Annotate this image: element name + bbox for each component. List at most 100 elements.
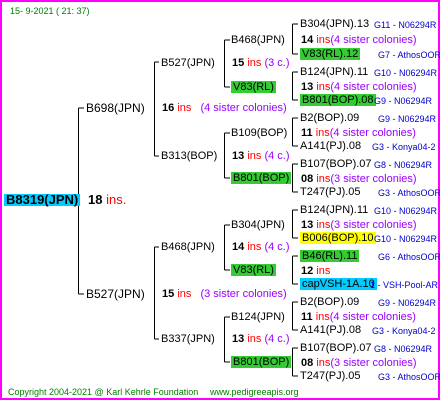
gen2-stats: 14 ins (4 c.): [232, 241, 290, 253]
gen4-sisters: (3 sister colonies): [330, 357, 417, 369]
gen4-code: G11 - N06294R: [374, 20, 437, 30]
gen2-stats: 15 ins (3 c.): [232, 57, 290, 69]
gen1-sisters: (4 sister colonies): [200, 102, 287, 114]
gen4-queen[interactable]: A141(PJ).08: [300, 324, 361, 336]
gen2-queen[interactable]: B337(JPN): [161, 333, 215, 345]
gen4-sisters: (3 sister colonies): [330, 219, 417, 231]
gen2-stats: 13 ins (4 c.): [232, 333, 290, 345]
gen3-queen[interactable]: B801(BOP): [231, 356, 292, 368]
gen4-queen[interactable]: B46(RL).11: [300, 250, 360, 262]
gen4-count: 13: [301, 81, 314, 93]
gen4-queen[interactable]: B124(JPN).11: [300, 204, 368, 216]
gen4-code: G10 - N06294R: [374, 68, 438, 78]
gen4-stats: 13 ins(4 sister colonies): [301, 81, 417, 93]
gen4-ins: ins: [316, 34, 331, 46]
gen4-queen[interactable]: T247(PJ).05: [300, 186, 361, 198]
gen4-code: G3 - AthosOOR: [378, 372, 440, 382]
gen2-ins: ins: [247, 150, 262, 162]
gen4-stats: 13 ins(3 sister colonies): [301, 219, 417, 231]
gen4-count: 08: [301, 357, 314, 369]
gen2-ins: ins: [247, 57, 262, 69]
gen4-code: G8 - N06294R: [374, 344, 433, 354]
gen4-code: G9 - N06294R: [374, 96, 433, 106]
gen4-ins: ins: [316, 219, 331, 231]
gen4-queen[interactable]: B006(BOP).10: [300, 232, 376, 244]
gen4-ins: ins: [316, 357, 331, 369]
gen3-queen[interactable]: V83(RL): [231, 264, 276, 276]
gen1-stats: 16 ins (4 sister colonies): [162, 102, 287, 114]
gen4-queen[interactable]: B801(BOP).08: [300, 94, 376, 106]
gen4-queen[interactable]: A141(PJ).08: [300, 140, 361, 152]
gen4-ins: ins: [316, 265, 331, 277]
gen4-stats: 11 ins(4 sister colonies): [301, 127, 416, 139]
gen4-queen[interactable]: V83(RL).12: [300, 48, 361, 60]
gen2-ins: ins: [247, 333, 262, 345]
gen4-queen[interactable]: B124(JPN).11: [300, 66, 368, 78]
gen1-queen[interactable]: B527(JPN): [86, 288, 145, 300]
gen1-sisters: (3 sister colonies): [200, 288, 287, 300]
gen4-code: G9 - N06294R: [378, 298, 437, 308]
gen4-queen[interactable]: B304(JPN).13: [300, 18, 369, 30]
gen4-code: G7 - AthosOOR: [378, 50, 440, 60]
gen4-sisters: (4 sister colonies): [330, 81, 417, 93]
gen4-count: 12: [301, 265, 314, 277]
gen4-stats: 14 ins(4 sister colonies): [301, 34, 417, 46]
gen4-code: G9 - N06294R: [378, 114, 437, 124]
gen2-sisters: (4 c.): [264, 241, 290, 253]
gen4-stats: 12 ins: [301, 265, 330, 277]
gen3-queen[interactable]: B801(BOP): [231, 172, 292, 184]
gen4-code: 1 - VSH-Pool-AR: [370, 280, 439, 290]
gen2-sisters: (4 c.): [264, 333, 290, 345]
gen4-code: G3 - Konya04-2: [372, 142, 436, 152]
gen1-ins: ins: [177, 288, 192, 300]
footer-copyright: Copyright 2004-2021 @ Karl Kehrle Founda…: [8, 387, 199, 397]
gen1-count: 16: [162, 102, 175, 114]
gen2-queen[interactable]: B527(JPN): [161, 57, 215, 69]
gen4-ins: ins: [315, 311, 330, 323]
gen1-count: 15: [162, 288, 175, 300]
gen2-ins: ins: [247, 241, 262, 253]
gen4-code: G3 - AthosOOR: [378, 188, 440, 198]
gen3-queen[interactable]: B468(JPN): [231, 34, 285, 46]
gen4-stats: 08 ins(3 sister colonies): [301, 357, 417, 369]
gen2-sisters: (3 c.): [264, 57, 290, 69]
gen4-queen[interactable]: B2(BOP).09: [300, 296, 359, 308]
gen4-queen[interactable]: B107(BOP).07: [300, 158, 372, 170]
gen4-queen[interactable]: B2(BOP).09: [300, 112, 359, 124]
gen4-code: G10 - N06294R: [374, 206, 438, 216]
header-date: 15- 9-2021 ( 21: 37): [10, 6, 90, 16]
gen4-count: 11: [301, 311, 313, 323]
gen2-stats: 13 ins (4 c.): [232, 150, 290, 162]
gen2-queen[interactable]: B313(BOP): [161, 150, 217, 162]
gen4-queen[interactable]: capVSH-1A.10: [300, 278, 377, 290]
gen4-code: G6 - AthosOOR: [378, 252, 440, 262]
gen4-queen[interactable]: T247(PJ).05: [300, 370, 361, 382]
root-ins: ins.: [106, 192, 127, 207]
gen4-sisters: (3 sister colonies): [330, 173, 417, 185]
gen1-ins: ins: [177, 102, 192, 114]
gen2-count: 13: [232, 150, 245, 162]
gen3-queen[interactable]: V83(RL): [231, 81, 276, 93]
footer-site[interactable]: www.pedigreeapis.org: [210, 386, 299, 398]
gen4-sisters: (4 sister colonies): [330, 34, 417, 46]
gen2-queen[interactable]: B468(JPN): [161, 241, 215, 253]
gen4-count: 13: [301, 219, 314, 231]
gen4-code: G10 - N06294R: [374, 234, 438, 244]
gen1-queen[interactable]: B698(JPN): [86, 102, 145, 114]
gen2-count: 15: [232, 57, 245, 69]
gen4-code: G8 - N06294R: [374, 160, 433, 170]
gen4-count: 08: [301, 173, 314, 185]
pedigree-frame: { "header": {"date": "15- 9-2021 ( 21: 3…: [0, 0, 440, 400]
gen2-count: 14: [232, 241, 245, 253]
gen3-queen[interactable]: B304(JPN): [231, 219, 285, 231]
gen1-stats: 15 ins (3 sister colonies): [162, 288, 287, 300]
gen3-queen[interactable]: B124(JPN): [231, 311, 285, 323]
gen3-queen[interactable]: B109(BOP): [231, 127, 287, 139]
gen4-code: G3 - Konya04-2: [372, 326, 436, 336]
gen4-ins: ins: [315, 127, 330, 139]
gen4-ins: ins: [316, 81, 331, 93]
gen4-count: 11: [301, 127, 313, 139]
root-queen[interactable]: B8319(JPN): [4, 193, 81, 206]
gen4-ins: ins: [316, 173, 331, 185]
gen4-queen[interactable]: B107(BOP).07: [300, 342, 372, 354]
